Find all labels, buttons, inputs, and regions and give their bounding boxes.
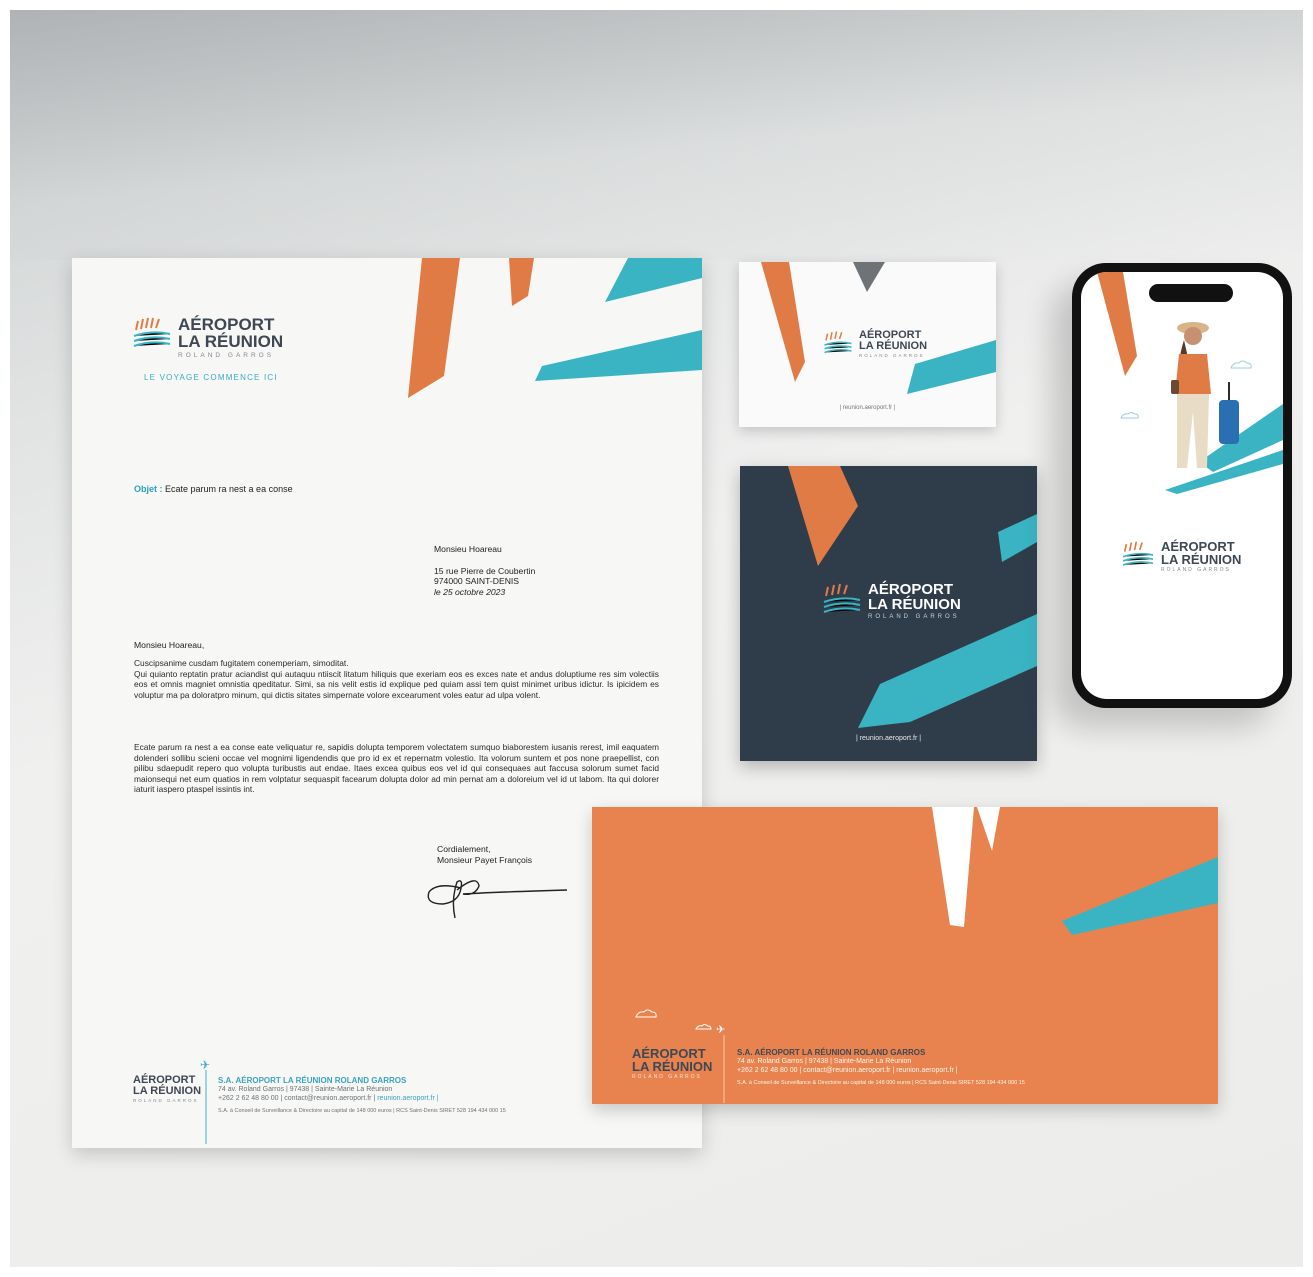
envelope-logo-line-2: LA RÉUNION: [632, 1059, 713, 1074]
letter-date: le 25 octobre 2023: [434, 586, 506, 597]
closing: Cordialement,: [437, 844, 491, 854]
envelope-footer-contact: +262 2 62 48 80 00 | contact@reunion.aer…: [737, 1067, 958, 1074]
phone-notch: [1149, 284, 1233, 302]
folder-logo-line-1: AÉROPORT: [868, 581, 954, 598]
salutation: Monsieu Hoareau,: [134, 640, 205, 650]
envelope: ✈ AÉROPORT LA RÉUNION ROLAND GARROS S.A.…: [592, 807, 1218, 1104]
footer-company: S.A. AÉROPORT LA RÉUNION ROLAND GARROS: [218, 1076, 407, 1085]
footer-logo: AÉROPORT LA RÉUNION ROLAND GARROS: [133, 1075, 202, 1104]
paragraph-1-first-line: Cuscipsanime cusdam fugitatem conemperia…: [134, 658, 349, 668]
presentation-folder: AÉROPORT LA RÉUNION ROLAND GARROS | reun…: [740, 466, 1037, 761]
signature: [427, 880, 568, 919]
footer-legal: S.A. à Conseil de Surveillance & Directo…: [218, 1108, 506, 1114]
footer-logo-line-3: ROLAND GARROS: [133, 1098, 199, 1103]
phone-logo: AÉROPORT LA RÉUNION ROLAND GARROS: [1121, 540, 1241, 573]
phone-graphics: [1097, 272, 1283, 494]
card-logo-line-2: LA RÉUNION: [859, 340, 928, 352]
tagline: LE VOYAGE COMMENCE ICI: [144, 373, 278, 382]
phone-screen: AÉROPORT LA RÉUNION ROLAND GARROS: [1081, 272, 1283, 699]
envelope-plane-icon: ✈: [716, 1024, 726, 1036]
recipient-block: Monsieu Hoareau 15 rue Pierre de Coubert…: [434, 544, 535, 597]
footer-website: reunion.aeroport.fr |: [377, 1095, 439, 1102]
paragraph-1-body: Qui quianto reptatin pratur aciandist qu…: [134, 668, 659, 700]
letter-footer: S.A. AÉROPORT LA RÉUNION ROLAND GARROS 7…: [218, 1076, 506, 1116]
footer-contact: +262 2 62 48 80 00 | contact@reunion.aer…: [218, 1095, 376, 1102]
footer-contact-line: +262 2 62 48 80 00 | contact@reunion.aer…: [218, 1094, 506, 1103]
logo-line-3: ROLAND GARROS: [178, 352, 275, 359]
folder-logo-mark-icon: [823, 583, 861, 613]
folder-logo-line-3: ROLAND GARROS: [868, 614, 960, 620]
phone-logo-line-3: ROLAND GARROS: [1161, 567, 1231, 573]
footer-logo-line-2: LA RÉUNION: [133, 1085, 202, 1097]
card-website: | reunion.aeroport.fr |: [839, 405, 896, 411]
card-logo: AÉROPORT LA RÉUNION ROLAND GARROS: [823, 330, 927, 358]
card-logo-line-3: ROLAND GARROS: [859, 353, 925, 358]
objet-label: Objet :: [134, 484, 163, 494]
paragraph-1: Cuscipsanime cusdam fugitatem conemperia…: [134, 658, 659, 700]
envelope-logo: AÉROPORT LA RÉUNION ROLAND GARROS: [632, 1047, 712, 1080]
folder-logo: AÉROPORT LA RÉUNION ROLAND GARROS: [822, 582, 961, 620]
address-line-2: 974000 SAINT-DENIS: [434, 576, 520, 586]
logo-line-2: LA RÉUNION: [178, 332, 284, 351]
envelope-footer-legal: S.A. à Conseil de Surveillance & Directo…: [737, 1080, 1025, 1086]
envelope-footer: S.A. AÉROPORT LA RÉUNION ROLAND GARROS 7…: [737, 1048, 1025, 1088]
envelope-footer-company: S.A. AÉROPORT LA RÉUNION ROLAND GARROS: [737, 1048, 926, 1057]
card-logo-mark-icon: [824, 331, 852, 354]
business-card: AÉROPORT LA RÉUNION ROLAND GARROS | reun…: [739, 262, 996, 427]
phone-logo-mark-icon: [1122, 541, 1154, 566]
objet-line: Objet : Ecate parum ra nest a ea conse: [134, 484, 293, 495]
smartphone: AÉROPORT LA RÉUNION ROLAND GARROS: [1072, 263, 1292, 708]
objet-text: Ecate parum ra nest a ea conse: [165, 484, 293, 494]
letterhead-logo: AÉROPORT LA RÉUNION ROLAND GARROS: [132, 316, 283, 359]
folder-logo-line-2: LA RÉUNION: [868, 596, 961, 613]
recipient-name: Monsieu Hoareau: [434, 544, 502, 554]
folder-website: | reunion.aeroport.fr |: [855, 735, 922, 742]
envelope-footer-address: 74 av. Roland Garros | 97438 | Sainte-Ma…: [737, 1058, 912, 1065]
phone-logo-line-2: LA RÉUNION: [1161, 552, 1242, 567]
paragraph-2: Ecate parum ra nest a ea conse eate veli…: [134, 742, 659, 795]
envelope-logo-line-3: ROLAND GARROS: [632, 1074, 702, 1080]
address-line-1: 15 rue Pierre de Coubertin: [434, 565, 536, 576]
logo-mark-icon: [133, 317, 171, 347]
logo-line-1: AÉROPORT: [178, 315, 275, 334]
footer-address: 74 av. Roland Garros | 97438 | Sainte-Ma…: [218, 1086, 393, 1093]
plane-icon: ✈: [200, 1058, 211, 1072]
wall-shadow: [0, 0, 1313, 260]
